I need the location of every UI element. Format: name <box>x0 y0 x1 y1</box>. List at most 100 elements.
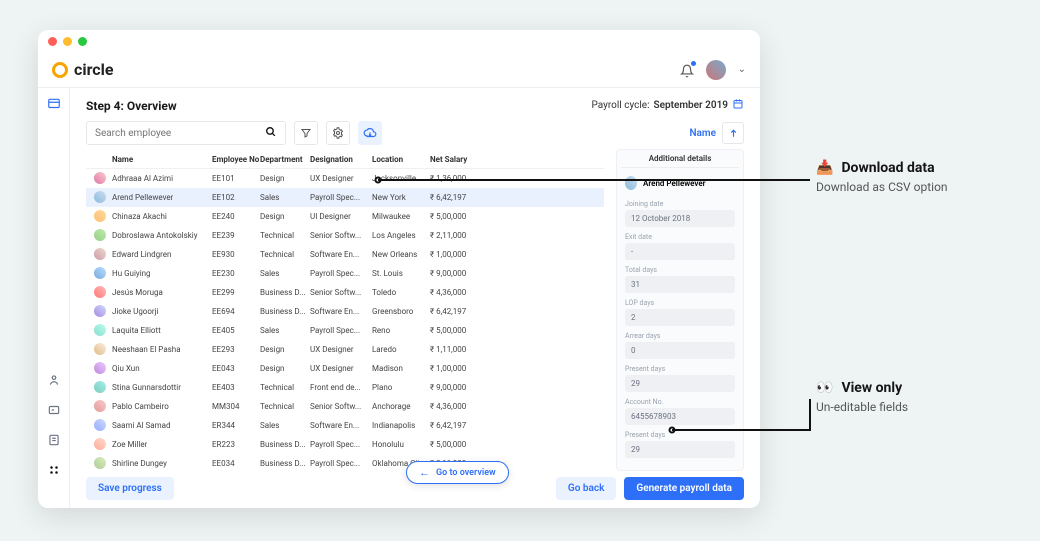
field-arrear: Arrear days0 <box>625 332 735 359</box>
panel-person: Arend Pellewever <box>625 176 735 190</box>
row-name: Chinaza Akachi <box>112 212 167 221</box>
row-sal: ₹ 5,00,000 <box>430 440 478 449</box>
row-sal: ₹ 6,42,197 <box>430 193 478 202</box>
sort-field: Name <box>689 128 716 139</box>
filter-button[interactable] <box>294 121 318 145</box>
table-row[interactable]: Zoe MillerER223Business D...Payroll Spec… <box>86 435 604 454</box>
col-emp[interactable]: Employee No <box>212 155 260 164</box>
sidebar-apps-icon[interactable] <box>46 462 62 478</box>
row-avatar <box>94 191 106 203</box>
row-avatar <box>94 267 106 279</box>
table-row[interactable]: Laquita ElliottEE405SalesPayroll Spec...… <box>86 321 604 340</box>
sidebar <box>38 88 70 508</box>
generate-payroll-button[interactable]: Generate payroll data <box>624 477 744 500</box>
sidebar-dashboard-icon[interactable] <box>46 96 62 112</box>
search-input[interactable] <box>86 121 286 145</box>
col-desig[interactable]: Designation <box>310 155 372 164</box>
download-button[interactable] <box>358 121 382 145</box>
callout-download-sub: Download as CSV option <box>816 180 948 194</box>
sidebar-people-icon[interactable] <box>46 372 62 388</box>
row-loc: Anchorage <box>372 402 430 411</box>
details-panel: Additional details Arend Pellewever Join… <box>616 149 744 471</box>
row-loc: St. Louis <box>372 269 430 278</box>
chevron-down-icon[interactable]: ⌄ <box>738 64 746 75</box>
callout-viewonly-sub: Un-editable fields <box>816 400 908 414</box>
save-progress-button[interactable]: Save progress <box>86 477 174 500</box>
popover-label: Go to overview <box>436 468 496 478</box>
row-dept: Technical <box>260 383 310 392</box>
row-sal: ₹ 6,42,197 <box>430 421 478 430</box>
row-dept: Design <box>260 364 310 373</box>
table-row[interactable]: Jesús MorugaEE299Business D...Senior Sof… <box>86 283 604 302</box>
row-emp: EE293 <box>212 345 260 354</box>
table-row[interactable]: Arend PelleweverEE102SalesPayroll Spec..… <box>86 188 604 207</box>
notifications-icon[interactable] <box>680 63 694 77</box>
cycle-value: September 2019 <box>654 100 728 111</box>
user-avatar[interactable] <box>706 60 726 80</box>
row-desig: UX Designer <box>310 364 372 373</box>
row-desig: Senior Softw... <box>310 402 372 411</box>
row-dept: Sales <box>260 193 310 202</box>
row-name: Pablo Cambeiro <box>112 402 169 411</box>
topbar: circle ⌄ <box>38 52 760 88</box>
table-row[interactable]: Dobroslawa AntokolskiyEE239TechnicalSeni… <box>86 226 604 245</box>
row-emp: EE239 <box>212 231 260 240</box>
row-desig: Payroll Spec... <box>310 193 372 202</box>
table-row[interactable]: Chinaza AkachiEE240DesignUI DesignerMilw… <box>86 207 604 226</box>
col-sal[interactable]: Net Salary <box>430 155 478 164</box>
row-desig: Software En... <box>310 250 372 259</box>
col-loc[interactable]: Location <box>372 155 430 164</box>
payroll-cycle: Payroll cycle: September 2019 <box>592 98 744 113</box>
row-loc: Madison <box>372 364 430 373</box>
search-icon[interactable] <box>264 125 277 141</box>
row-desig: UI Designer <box>310 212 372 221</box>
search-field[interactable] <box>95 128 245 139</box>
row-sal: ₹ 1,11,000 <box>430 345 478 354</box>
callout-download-title: Download data <box>841 160 934 176</box>
table-row[interactable]: Qiu XunEE043DesignUX DesignerMadison₹ 1,… <box>86 359 604 378</box>
col-dept[interactable]: Department <box>260 155 310 164</box>
table-row[interactable]: Edward LindgrenEE930TechnicalSoftware En… <box>86 245 604 264</box>
minimize-dot[interactable] <box>63 37 72 46</box>
row-name: Neeshaan El Pasha <box>112 345 181 354</box>
row-name: Hu Guiying <box>112 269 151 278</box>
row-desig: Senior Softw... <box>310 288 372 297</box>
sidebar-card-icon[interactable] <box>46 402 62 418</box>
table-row[interactable]: Adhraaa Al AzimiEE101DesignUX DesignerJa… <box>86 169 604 188</box>
row-desig: Payroll Spec... <box>310 326 372 335</box>
settings-button[interactable] <box>326 121 350 145</box>
row-sal: ₹ 1,36,000 <box>430 174 478 183</box>
row-sal: ₹ 6,42,197 <box>430 307 478 316</box>
panel-person-name: Arend Pellewever <box>643 179 706 188</box>
row-loc: Reno <box>372 326 430 335</box>
calendar-icon[interactable] <box>732 98 744 113</box>
row-loc: Indianapolis <box>372 421 430 430</box>
table-row[interactable]: Pablo CambeiroMM304TechnicalSenior Softw… <box>86 397 604 416</box>
table-row[interactable]: Shirline DungeyEE034Business D...Payroll… <box>86 454 604 471</box>
row-emp: EE299 <box>212 288 260 297</box>
go-to-overview-popover[interactable]: ← Go to overview <box>406 461 509 484</box>
row-sal: ₹ 4,36,000 <box>430 402 478 411</box>
row-loc: New York <box>372 193 430 202</box>
row-sal: ₹ 5,00,000 <box>430 326 478 335</box>
go-back-button[interactable]: Go back <box>556 477 616 500</box>
sort-control[interactable]: Name <box>689 122 744 144</box>
table-row[interactable]: Saami Al SamadER344SalesSoftware En...In… <box>86 416 604 435</box>
table-row[interactable]: Stina GunnarsdottirEE403TechnicalFront e… <box>86 378 604 397</box>
app-window: circle ⌄ Step 4: Overview <box>38 30 760 508</box>
brand[interactable]: circle <box>52 60 114 79</box>
row-dept: Technical <box>260 250 310 259</box>
sidebar-doc-icon[interactable] <box>46 432 62 448</box>
row-emp: ER344 <box>212 421 260 430</box>
close-dot[interactable] <box>48 37 57 46</box>
table-row[interactable]: Jioke UgoorjiEE694Business D...Software … <box>86 302 604 321</box>
maximize-dot[interactable] <box>78 37 87 46</box>
col-name[interactable]: Name <box>94 155 212 164</box>
field-account: Account No.6455678903 <box>625 398 735 425</box>
row-dept: Technical <box>260 231 310 240</box>
row-dept: Design <box>260 212 310 221</box>
row-name: Zoe Miller <box>112 440 147 449</box>
sort-direction-icon[interactable] <box>722 122 744 144</box>
table-row[interactable]: Neeshaan El PashaEE293DesignUX DesignerL… <box>86 340 604 359</box>
table-row[interactable]: Hu GuiyingEE230SalesPayroll Spec...St. L… <box>86 264 604 283</box>
